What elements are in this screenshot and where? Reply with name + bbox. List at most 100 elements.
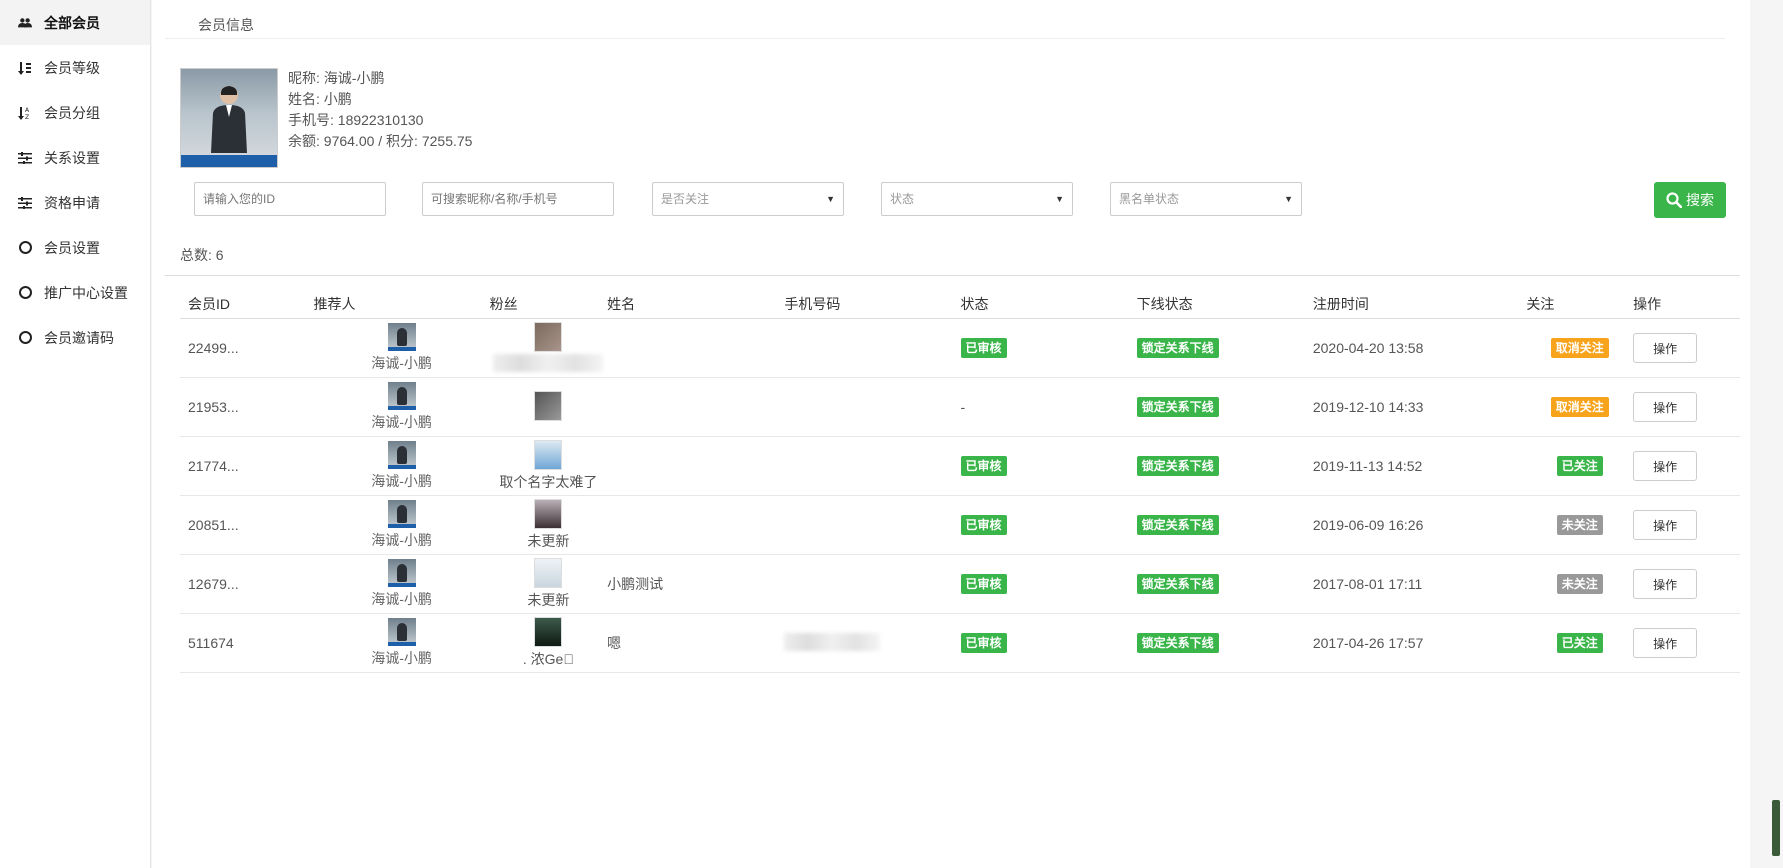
sidebar-item-promo-center[interactable]: 推广中心设置 — [0, 270, 150, 315]
follow-badge[interactable]: 取消关注 — [1550, 338, 1609, 358]
referrer-name: 海诚-小鹏 — [371, 650, 432, 666]
member-id: 12679... — [180, 554, 314, 614]
referrer-avatar — [387, 323, 416, 351]
sidebar-item-member-level[interactable]: 会员等级 — [0, 45, 150, 90]
follow-badge[interactable]: 已关注 — [1556, 456, 1603, 476]
table-row: 22499... 海诚-小鹏 已审核 锁定关系下线 2020-04-20 13:… — [180, 318, 1740, 378]
operate-button[interactable]: 操作 — [1633, 392, 1698, 422]
users-icon — [18, 16, 32, 30]
table-row: 511674 海诚-小鹏 . 浓Ge  嗯 已审核 锁定关系下线 2017-04… — [180, 613, 1740, 673]
circle-icon — [18, 286, 32, 300]
referrer-avatar — [387, 559, 416, 587]
member-name — [607, 318, 785, 378]
status-badge: 已审核 — [960, 633, 1007, 653]
members-table: 会员ID 推荐人 粉丝 姓名 手机号码 状态 下线状态 注册时间 关注 操作 2… — [180, 290, 1740, 673]
table-row: 21774... 海诚-小鹏 取个名字太难了 已审核 锁定关系下线 2019-1… — [180, 436, 1740, 496]
status-badge: 已审核 — [960, 515, 1007, 535]
scrollbar-thumb[interactable] — [1772, 800, 1780, 856]
status-select[interactable]: 状态 — [881, 182, 1073, 216]
sidebar-item-label: 全部会员 — [44, 14, 100, 31]
blacklist-select[interactable]: 黑名单状态 — [1110, 182, 1302, 216]
sidebar-item-label: 推广中心设置 — [44, 284, 128, 301]
sidebar-item-all-members[interactable]: 全部会员 — [0, 0, 150, 45]
register-time: 2019-11-13 14:52 — [1312, 436, 1527, 496]
sliders-icon — [18, 151, 32, 165]
col-header: 推荐人 — [313, 290, 490, 319]
sidebar-item-invite-code[interactable]: 会员邀请码 — [0, 315, 150, 360]
profile-name: 姓名: 小鹏 — [288, 91, 352, 107]
member-id: 21774... — [180, 436, 314, 496]
sidebar-item-qualification[interactable]: 资格申请 — [0, 180, 150, 225]
register-time: 2017-04-26 17:57 — [1312, 613, 1527, 673]
svg-text:Z: Z — [25, 114, 29, 120]
sidebar-item-member-group[interactable]: AZ 会员分组 — [0, 90, 150, 135]
sidebar-item-member-settings[interactable]: 会员设置 — [0, 225, 150, 270]
operate-button[interactable]: 操作 — [1633, 628, 1698, 658]
fan-avatar — [534, 558, 563, 588]
fan-avatar — [534, 391, 563, 421]
col-header: 姓名 — [607, 290, 785, 319]
follow-badge[interactable]: 取消关注 — [1550, 397, 1609, 417]
follow-badge[interactable]: 未关注 — [1556, 574, 1603, 594]
tab-member-info[interactable]: 会员信息 — [198, 15, 254, 35]
status-badge: 已审核 — [960, 574, 1007, 594]
sidebar-item-relation-settings[interactable]: 关系设置 — [0, 135, 150, 180]
member-id: 21953... — [180, 377, 314, 437]
search-icon — [1666, 192, 1682, 208]
divider — [165, 275, 1740, 276]
col-header: 状态 — [960, 290, 1137, 319]
page-scrollbar[interactable] — [1768, 0, 1783, 868]
follow-badge[interactable]: 已关注 — [1556, 633, 1603, 653]
table-row: 12679... 海诚-小鹏 未更新 小鹏测试 已审核 锁定关系下线 2017-… — [180, 554, 1740, 614]
fan-avatar — [534, 321, 563, 352]
status-badge: 已审核 — [960, 338, 1007, 358]
sort-numeric-icon — [18, 61, 32, 75]
register-time: 2019-06-09 16:26 — [1312, 495, 1527, 555]
keyword-search-input[interactable] — [422, 182, 614, 216]
search-button[interactable]: 搜索 — [1654, 182, 1726, 218]
col-header: 会员ID — [180, 290, 314, 319]
register-time: 2017-08-01 17:11 — [1312, 554, 1527, 614]
fan-name: 取个名字太难了 — [499, 474, 598, 490]
referrer-name: 海诚-小鹏 — [371, 591, 432, 607]
offline-status-badge: 锁定关系下线 — [1136, 456, 1219, 476]
fan-name: . 浓Ge  — [522, 651, 574, 667]
referrer-name: 海诚-小鹏 — [371, 355, 432, 371]
fan-name-blurred — [493, 353, 604, 372]
follow-badge[interactable]: 未关注 — [1556, 515, 1603, 535]
tab-header: 会员信息 — [165, 0, 1725, 39]
member-phone — [784, 495, 961, 555]
col-header: 粉丝 — [489, 290, 608, 319]
total-count: 总数: 6 — [180, 247, 224, 263]
circle-icon — [18, 241, 32, 255]
member-phone — [784, 377, 961, 437]
sidebar-item-label: 会员分组 — [44, 104, 100, 121]
referrer-avatar — [387, 441, 416, 469]
sort-alpha-icon: AZ — [18, 106, 32, 120]
offline-status-badge: 锁定关系下线 — [1136, 338, 1219, 358]
referrer-name: 海诚-小鹏 — [371, 532, 432, 548]
operate-button[interactable]: 操作 — [1633, 333, 1698, 363]
referrer-avatar — [387, 500, 416, 528]
svg-text:A: A — [25, 107, 30, 114]
status-text: - — [960, 377, 1137, 437]
sidebar-item-label: 会员等级 — [44, 59, 100, 76]
member-phone — [784, 436, 961, 496]
id-search-input[interactable] — [194, 182, 386, 216]
profile-phone: 手机号: 18922310130 — [288, 112, 424, 128]
member-name: 小鹏测试 — [607, 554, 785, 614]
operate-button[interactable]: 操作 — [1633, 451, 1698, 481]
follow-select[interactable]: 是否关注 — [652, 182, 844, 216]
table-row: 20851... 海诚-小鹏 未更新 已审核 锁定关系下线 2019-06-09… — [180, 495, 1740, 555]
member-name — [607, 377, 785, 437]
status-badge: 已审核 — [960, 456, 1007, 476]
main-panel: 会员信息 昵称: 海诚-小鹏 姓名: 小鹏 手机号: 18922310130 余… — [152, 0, 1750, 868]
offline-status-badge: 锁定关系下线 — [1136, 574, 1219, 594]
sidebar-item-label: 会员邀请码 — [44, 329, 114, 346]
member-id: 22499... — [180, 318, 314, 378]
member-phone — [784, 318, 961, 378]
member-id: 511674 — [180, 613, 314, 673]
operate-button[interactable]: 操作 — [1633, 510, 1698, 540]
operate-button[interactable]: 操作 — [1633, 569, 1698, 599]
sidebar-item-label: 关系设置 — [44, 149, 100, 166]
